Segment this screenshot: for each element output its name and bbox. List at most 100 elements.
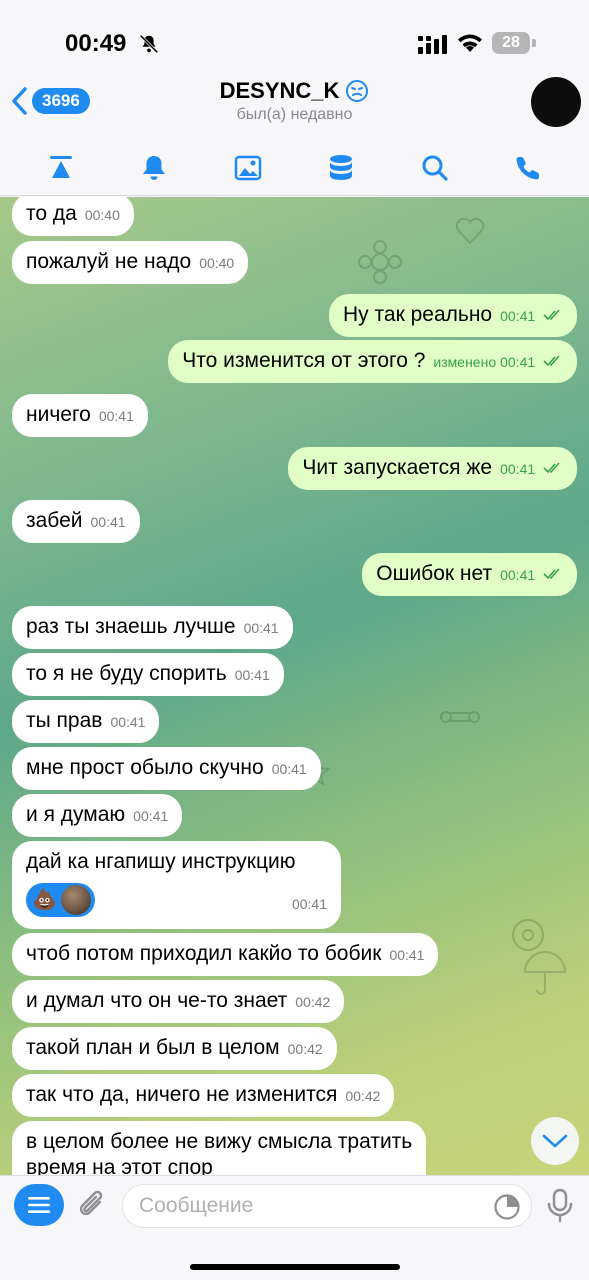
sticker-icon[interactable] <box>493 1193 521 1221</box>
double-check-icon <box>543 355 560 367</box>
status-time: 00:49 <box>65 30 127 57</box>
message-bubble[interactable]: то да 00:40 <box>12 197 134 236</box>
chat-messages[interactable]: то да 00:40 пожалуй не надо 00:40 Ну так р… <box>0 197 589 1175</box>
message-bubble[interactable]: раз ты знаешь лучше 00:41 <box>12 606 293 649</box>
search-icon <box>422 155 448 181</box>
message-bubble[interactable]: Чит запускается же 00:41 <box>288 447 577 490</box>
message-time: 00:41 <box>291 896 327 912</box>
message-text: чтоб потом приходил какйо то бобик <box>26 942 382 965</box>
message-text: так что да, ничего не изменится <box>26 1083 338 1106</box>
message-text: и думал что он че-то знает <box>26 989 288 1012</box>
bell-icon <box>143 155 166 180</box>
message-bubble[interactable]: в целом более не вижу смысла тратить вре… <box>12 1121 427 1175</box>
message-bubble[interactable]: и я думаю 00:41 <box>12 794 183 837</box>
message-time: 00:42 <box>345 1088 381 1104</box>
message-bubble[interactable]: мне прост обыло скучно 00:41 <box>12 747 321 790</box>
reaction-chip[interactable]: 💩 <box>26 883 95 917</box>
double-check-icon <box>543 462 560 474</box>
pin-icon <box>49 155 72 178</box>
message-text: такой план и был в целом <box>26 1036 280 1059</box>
message-bubble[interactable]: то я не буду спорить 00:41 <box>12 653 284 696</box>
message-time: 00:41 <box>500 567 536 583</box>
scroll-down-button[interactable] <box>531 1117 579 1165</box>
message-bubble[interactable]: такой план и был в целом 00:42 <box>12 1027 337 1070</box>
attach-icon[interactable] <box>76 1188 108 1222</box>
message-bubble[interactable]: Ну так реально 00:41 <box>329 294 577 337</box>
message-bubble[interactable]: и думал что он че-то знает 00:42 <box>12 980 345 1023</box>
message-time: 00:41 <box>90 514 126 530</box>
message-time: 00:41 <box>500 354 536 370</box>
message-text: ты прав <box>26 709 103 732</box>
message-text: ничего <box>26 403 91 426</box>
message-time: 00:41 <box>500 308 536 324</box>
storage-icon <box>330 154 353 180</box>
media-button[interactable] <box>226 146 270 190</box>
status-bar: 00:49 28 <box>0 0 589 80</box>
doodle-umbrella-icon <box>523 951 567 995</box>
double-check-icon <box>543 309 560 321</box>
message-text: в целом более не вижу смысла тратить <box>26 1130 413 1153</box>
message-bubble[interactable]: пожалуй не надо 00:40 <box>12 241 249 284</box>
doodle-heart-icon <box>455 217 485 245</box>
message-bubble[interactable]: чтоб потом приходил какйо то бобик 00:41 <box>12 933 439 976</box>
avatar[interactable] <box>531 77 581 127</box>
message-time: 00:41 <box>389 947 425 963</box>
message-time: 00:40 <box>199 255 235 271</box>
message-bubble[interactable]: так что да, ничего не изменится 00:42 <box>12 1074 395 1117</box>
message-text: Что изменится от этого ? <box>182 349 426 372</box>
message-time: 00:41 <box>243 620 279 636</box>
message-text: то да <box>26 202 77 225</box>
bell-off-icon <box>139 34 159 54</box>
message-time: 00:41 <box>500 461 536 477</box>
chevron-down-icon <box>542 1134 568 1148</box>
message-time: 00:41 <box>133 808 169 824</box>
message-time: 00:42 <box>287 1041 323 1057</box>
composer <box>0 1175 589 1280</box>
message-text: Ошибок нет <box>376 562 493 585</box>
message-bubble[interactable]: дай ка нгапишу инструкцию 💩 00:41 <box>12 841 341 929</box>
message-text: то я не буду спорить <box>26 662 227 685</box>
menu-icon <box>28 1197 50 1213</box>
message-text: и я думаю <box>26 803 126 826</box>
call-button[interactable] <box>506 146 550 190</box>
message-time: 00:41 <box>110 714 146 730</box>
gallery-icon <box>234 155 261 180</box>
message-text: дай ка нгапишу инструкцию <box>26 850 296 873</box>
message-bubble[interactable]: забей 00:41 <box>12 500 140 543</box>
message-time: 00:41 <box>98 408 134 424</box>
chat-title-area[interactable]: DESYNC_K был(а) недавно <box>0 78 589 124</box>
double-check-icon <box>543 568 560 580</box>
notifications-button[interactable] <box>132 146 176 190</box>
home-indicator <box>190 1264 400 1270</box>
reaction-emoji: 💩 <box>32 889 57 911</box>
message-bubble[interactable]: Что изменится от этого ? изменено 00:41 <box>168 340 577 383</box>
phone-icon <box>516 156 540 179</box>
signal-icon <box>418 35 447 54</box>
battery-icon: 28 <box>492 32 536 54</box>
message-text-line2: время на этот спор <box>26 1156 213 1175</box>
chat-subtitle: был(а) недавно <box>236 106 353 123</box>
message-text: раз ты знаешь лучше <box>26 615 236 638</box>
chat-toolbar <box>0 140 589 196</box>
message-time: 00:40 <box>84 207 120 223</box>
message-text: Ну так реально <box>343 303 493 326</box>
pin-button[interactable] <box>39 146 83 190</box>
battery-level: 28 <box>492 32 530 54</box>
message-time: 00:41 <box>271 761 307 777</box>
chat-title: DESYNC_K <box>219 78 340 103</box>
doodle-bone-icon <box>440 711 480 723</box>
message-bubble[interactable]: ничего 00:41 <box>12 394 148 437</box>
message-text: Чит запускается же <box>302 456 493 479</box>
message-bubble[interactable]: Ошибок нет 00:41 <box>362 553 577 596</box>
files-button[interactable] <box>319 146 363 190</box>
microphone-icon[interactable] <box>546 1188 574 1224</box>
message-input[interactable] <box>139 1194 479 1218</box>
emoji-status-icon <box>346 80 369 102</box>
bot-menu-button[interactable] <box>14 1184 64 1226</box>
wifi-icon <box>458 34 482 52</box>
chat-header: 3696 DESYNC_K был(а) недавно <box>0 72 589 132</box>
search-button[interactable] <box>413 146 457 190</box>
message-bubble[interactable]: ты прав 00:41 <box>12 700 160 743</box>
message-time: 00:42 <box>295 994 331 1010</box>
message-edited-label: изменено <box>433 354 497 370</box>
